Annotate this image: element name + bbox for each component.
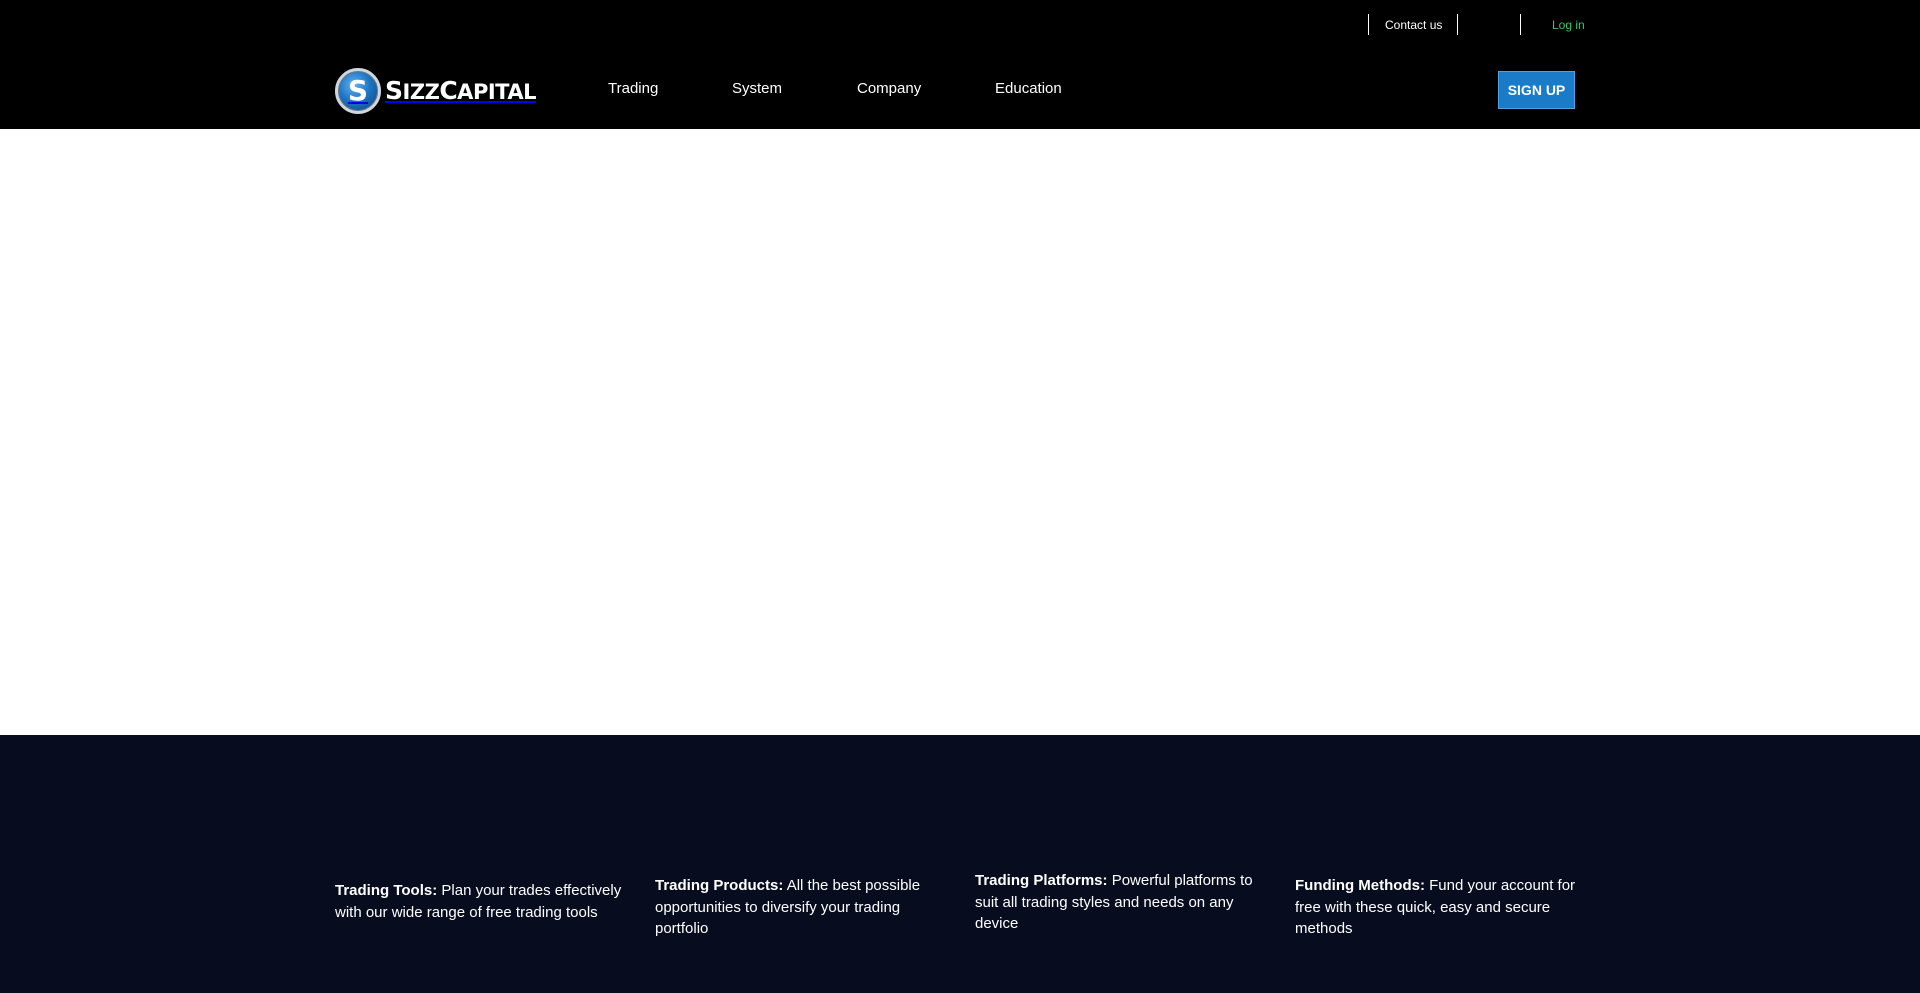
logo-letter: C <box>439 76 458 105</box>
nav-item-trading[interactable]: Trading <box>608 80 658 97</box>
login-link[interactable]: Log in <box>1552 18 1585 32</box>
logo-letter: A <box>457 80 473 104</box>
feature-title: Trading Products: <box>655 877 784 894</box>
topbar-divider <box>1457 14 1458 35</box>
logo-letter: Z <box>424 80 440 104</box>
logo-wordmark: SIZZCAPITAL <box>385 76 537 105</box>
logo-letter: Z <box>409 80 425 104</box>
logo-letter: T <box>495 80 508 104</box>
nav-item-company[interactable]: Company <box>857 80 921 97</box>
feature-title: Funding Methods: <box>1295 877 1425 894</box>
feature-trading-tools[interactable]: Trading Tools: Plan your trades effectiv… <box>335 880 627 923</box>
top-utility-bar: Contact us Log in <box>0 0 1920 50</box>
logo-letter: S <box>385 76 403 105</box>
feature-funding-methods[interactable]: Funding Methods: Fund your account for f… <box>1295 875 1587 940</box>
topbar-divider <box>1520 14 1521 35</box>
nav-item-system[interactable]: System <box>732 80 782 97</box>
logo-badge-icon: S <box>335 67 381 114</box>
brand-logo[interactable]: S SIZZCAPITAL <box>335 67 537 114</box>
feature-title: Trading Platforms: <box>975 872 1108 889</box>
feature-title: Trading Tools: <box>335 882 438 899</box>
contact-us-link[interactable]: Contact us <box>1385 18 1442 32</box>
logo-letter: A <box>507 80 524 104</box>
logo-letter: P <box>472 80 488 104</box>
topbar-divider <box>1368 14 1369 35</box>
hero-area <box>0 129 1920 735</box>
logo-letter: I <box>402 80 411 104</box>
signup-button[interactable]: SIGN UP <box>1498 71 1575 109</box>
nav-item-education[interactable]: Education <box>995 80 1062 97</box>
site-header: Contact us Log in S SIZZCAPITAL Trading … <box>0 0 1920 129</box>
logo-letter: L <box>523 80 537 104</box>
feature-trading-platforms[interactable]: Trading Platforms: Powerful platforms to… <box>975 870 1267 935</box>
features-band: Trading Tools: Plan your trades effectiv… <box>0 735 1920 993</box>
feature-trading-products[interactable]: Trading Products: All the best possible … <box>655 875 947 940</box>
